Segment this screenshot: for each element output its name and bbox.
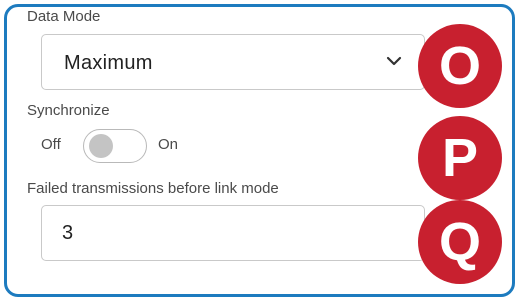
callout-marker-p: P bbox=[418, 116, 502, 200]
toggle-on-label: On bbox=[158, 136, 179, 153]
failed-transmissions-label: Failed transmissions before link mode bbox=[27, 180, 279, 197]
toggle-knob bbox=[89, 134, 113, 158]
synchronize-label: Synchronize bbox=[27, 102, 110, 119]
toggle-off-label: Off bbox=[41, 136, 61, 153]
data-mode-label: Data Mode bbox=[27, 8, 101, 25]
failed-transmissions-input[interactable] bbox=[41, 205, 425, 261]
chevron-down-icon bbox=[386, 56, 402, 66]
data-mode-select[interactable]: Maximum bbox=[41, 34, 425, 90]
callout-marker-o: O bbox=[418, 24, 502, 108]
synchronize-toggle[interactable] bbox=[83, 129, 147, 163]
data-mode-selected-value: Maximum bbox=[64, 52, 153, 74]
callout-marker-q: Q bbox=[418, 200, 502, 284]
